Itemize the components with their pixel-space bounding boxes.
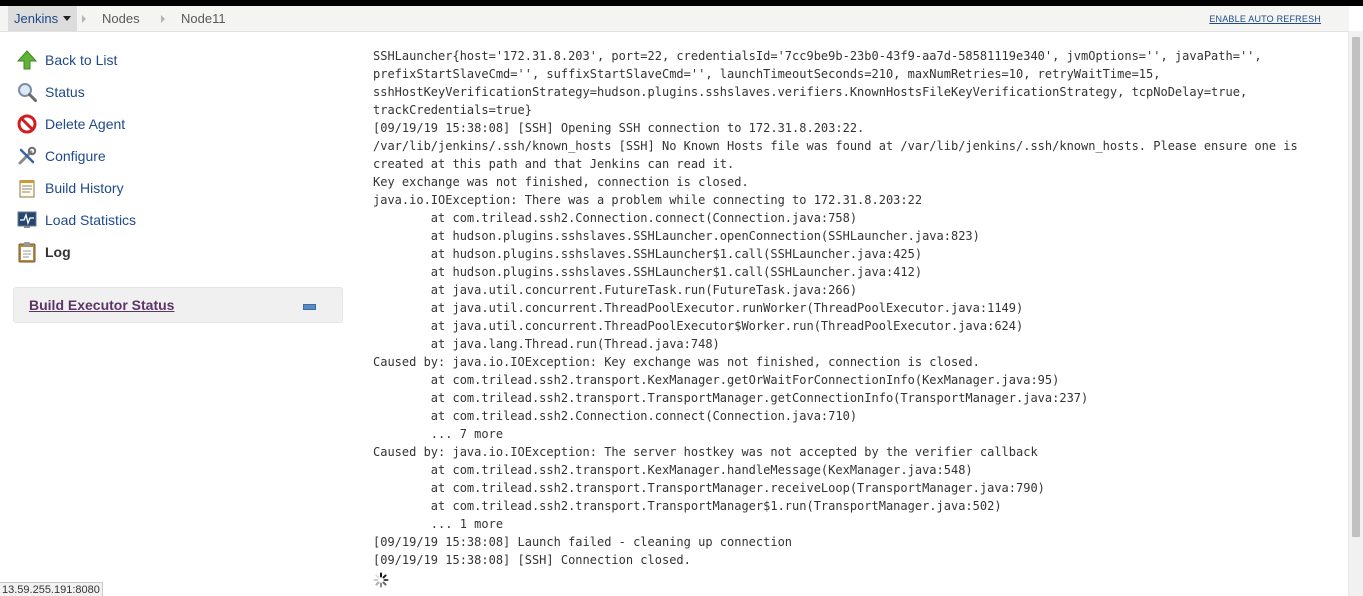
- log-line: at com.trilead.ssh2.Connection.connect(C…: [373, 409, 858, 423]
- log-line: ... 7 more: [373, 427, 504, 441]
- breadcrumb-jenkins[interactable]: Jenkins: [8, 6, 78, 31]
- log-line: at com.trilead.ssh2.transport.TransportM…: [373, 481, 1045, 495]
- collapse-icon[interactable]: [303, 304, 316, 310]
- up-arrow-icon: [16, 49, 38, 71]
- no-entry-icon: [16, 113, 38, 135]
- sidebar-item-label: Status: [45, 84, 85, 100]
- log-line: at java.util.concurrent.ThreadPoolExecut…: [373, 319, 1024, 333]
- log-line: at java.util.concurrent.ThreadPoolExecut…: [373, 301, 1024, 315]
- sidebar-item-load-statistics[interactable]: Load Statistics: [16, 208, 136, 232]
- sidebar-item-label: Delete Agent: [45, 116, 126, 132]
- vertical-scrollbar[interactable]: [1348, 31, 1363, 596]
- log-line: Key exchange was not finished, connectio…: [373, 175, 749, 189]
- log-line: at hudson.plugins.sshslaves.SSHLauncher$…: [373, 247, 923, 261]
- browser-status-url: 13.59.255.191:8080: [0, 582, 103, 596]
- sidebar-item-label: Configure: [45, 148, 106, 164]
- enable-auto-refresh-link[interactable]: ENABLE AUTO REFRESH: [1209, 14, 1321, 24]
- log-line: [09/19/19 15:38:08] Launch failed - clea…: [373, 535, 793, 549]
- breadcrumb-nodes[interactable]: Nodes: [102, 11, 140, 26]
- log-line: at java.util.concurrent.FutureTask.run(F…: [373, 283, 858, 297]
- sidebar-item-label: Build History: [45, 180, 124, 196]
- clipboard-icon: [16, 241, 38, 263]
- caret-down-icon[interactable]: [63, 16, 72, 21]
- build-executor-status-link[interactable]: Build Executor Status: [29, 297, 174, 313]
- sidebar-item-configure[interactable]: Configure: [16, 144, 106, 168]
- sidebar-item-label: Log: [45, 244, 71, 260]
- log-line: at com.trilead.ssh2.transport.TransportM…: [373, 499, 1002, 513]
- log-line: at com.trilead.ssh2.transport.KexManager…: [373, 373, 1060, 387]
- breadcrumb-node11[interactable]: Node11: [181, 11, 226, 26]
- sidebar-item-label: Back to List: [45, 52, 118, 68]
- sidebar-item-build-history[interactable]: Build History: [16, 176, 124, 200]
- monitor-graph-icon: [16, 209, 38, 231]
- log-line: at java.lang.Thread.run(Thread.java:748): [373, 337, 720, 351]
- log-line: at com.trilead.ssh2.transport.KexManager…: [373, 463, 973, 477]
- log-line: Caused by: java.io.IOException: Key exch…: [373, 355, 980, 369]
- log-line: at com.trilead.ssh2.transport.TransportM…: [373, 391, 1089, 405]
- magnifier-icon: [16, 81, 38, 103]
- log-line: at hudson.plugins.sshslaves.SSHLauncher.…: [373, 229, 980, 243]
- loading-spinner-icon: [373, 572, 389, 588]
- sidebar-item-delete-agent[interactable]: Delete Agent: [16, 112, 125, 136]
- log-line: ... 1 more: [373, 517, 504, 531]
- log-line: [09/19/19 15:38:08] [SSH] Connection clo…: [373, 553, 691, 567]
- sidebar-item-log[interactable]: Log: [16, 240, 71, 264]
- log-line: Caused by: java.io.IOException: The serv…: [373, 445, 1038, 459]
- log-line: at com.trilead.ssh2.Connection.connect(C…: [373, 211, 858, 225]
- log-line: trackCredentials=true}: [373, 103, 532, 117]
- log-line: at hudson.plugins.sshslaves.SSHLauncher$…: [373, 265, 923, 279]
- log-line: java.io.IOException: There was a problem…: [373, 193, 923, 207]
- log-line: created at this path and that Jenkins ca…: [373, 157, 735, 171]
- build-executor-panel: Build Executor Status: [13, 287, 343, 323]
- log-line: /var/lib/jenkins/.ssh/known_hosts [SSH] …: [373, 139, 1298, 153]
- log-line: prefixStartSlaveCmd='', suffixStartSlave…: [373, 67, 1161, 81]
- sidebar-item-status[interactable]: Status: [16, 80, 85, 104]
- scrollbar-thumb[interactable]: [1352, 37, 1360, 537]
- notepad-icon: [16, 177, 38, 199]
- sidebar-item-back-to-list[interactable]: Back to List: [16, 48, 117, 72]
- breadcrumb-jenkins-label: Jenkins: [14, 11, 59, 26]
- log-line: [09/19/19 15:38:08] [SSH] Opening SSH co…: [373, 121, 865, 135]
- sidebar-item-label: Load Statistics: [45, 212, 137, 228]
- breadcrumb-separator-icon: [161, 15, 165, 23]
- tools-icon: [16, 145, 38, 167]
- breadcrumb: Jenkins Nodes Node11 ENABLE AUTO REFRESH: [0, 6, 1349, 32]
- console-log: SSHLauncher{host='172.31.8.203', port=22…: [373, 47, 1298, 569]
- log-line: sshHostKeyVerificationStrategy=hudson.pl…: [373, 85, 1248, 99]
- log-line: SSHLauncher{host='172.31.8.203', port=22…: [373, 49, 1262, 63]
- breadcrumb-separator-icon: [82, 15, 86, 23]
